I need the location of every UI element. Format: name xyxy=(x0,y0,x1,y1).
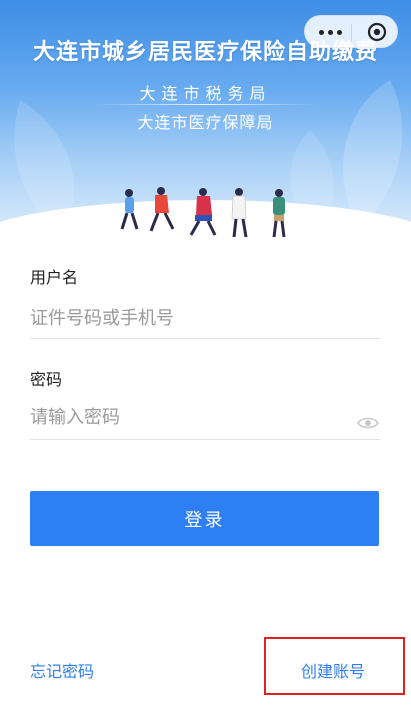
capsule-divider xyxy=(351,24,352,41)
username-underline xyxy=(30,338,380,339)
username-input[interactable] xyxy=(30,299,380,337)
more-dots-icon[interactable] xyxy=(319,30,342,35)
subtitle-divider xyxy=(95,104,316,105)
password-underline xyxy=(30,439,380,440)
forgot-password-link[interactable]: 忘记密码 xyxy=(30,658,94,682)
mini-program-capsule xyxy=(304,15,398,48)
login-button[interactable]: 登录 xyxy=(30,491,379,546)
target-close-icon[interactable] xyxy=(367,22,387,42)
medical-bureau-label: 大连市医疗保障局 xyxy=(137,113,274,132)
tax-bureau-label: 大连市税务局 xyxy=(139,84,272,103)
username-label: 用户名 xyxy=(30,268,79,287)
create-account-highlight xyxy=(264,637,405,695)
people-illustration xyxy=(120,187,286,238)
eye-icon[interactable] xyxy=(357,416,379,430)
password-input[interactable] xyxy=(30,398,350,436)
password-label: 密码 xyxy=(30,370,63,389)
